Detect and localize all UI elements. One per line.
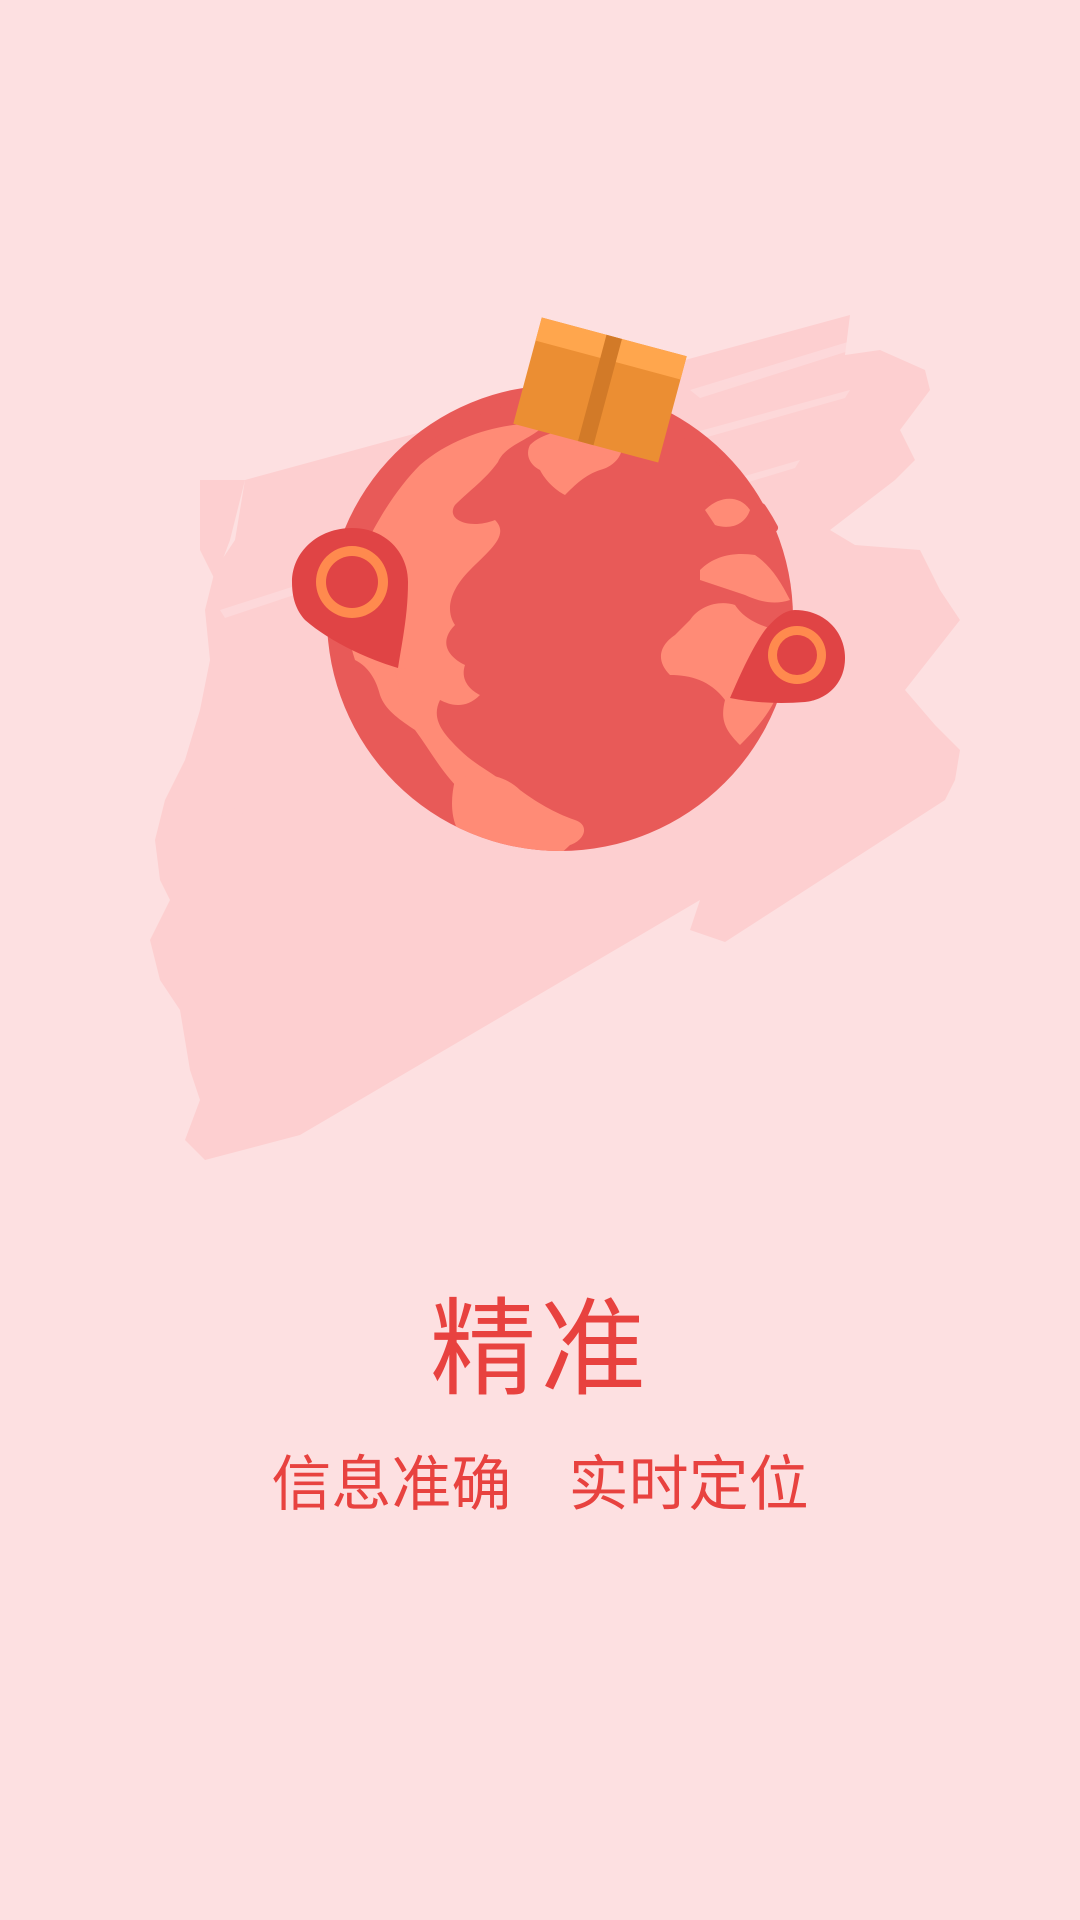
onboarding-screen: 精准 信息准确 实时定位 xyxy=(0,0,1080,1920)
globe-delivery-illustration xyxy=(150,315,960,1160)
onboarding-subtitle: 信息准确 实时定位 xyxy=(271,1450,809,1520)
onboarding-illustration xyxy=(0,280,1080,1200)
onboarding-title: 精准 xyxy=(430,1288,650,1411)
